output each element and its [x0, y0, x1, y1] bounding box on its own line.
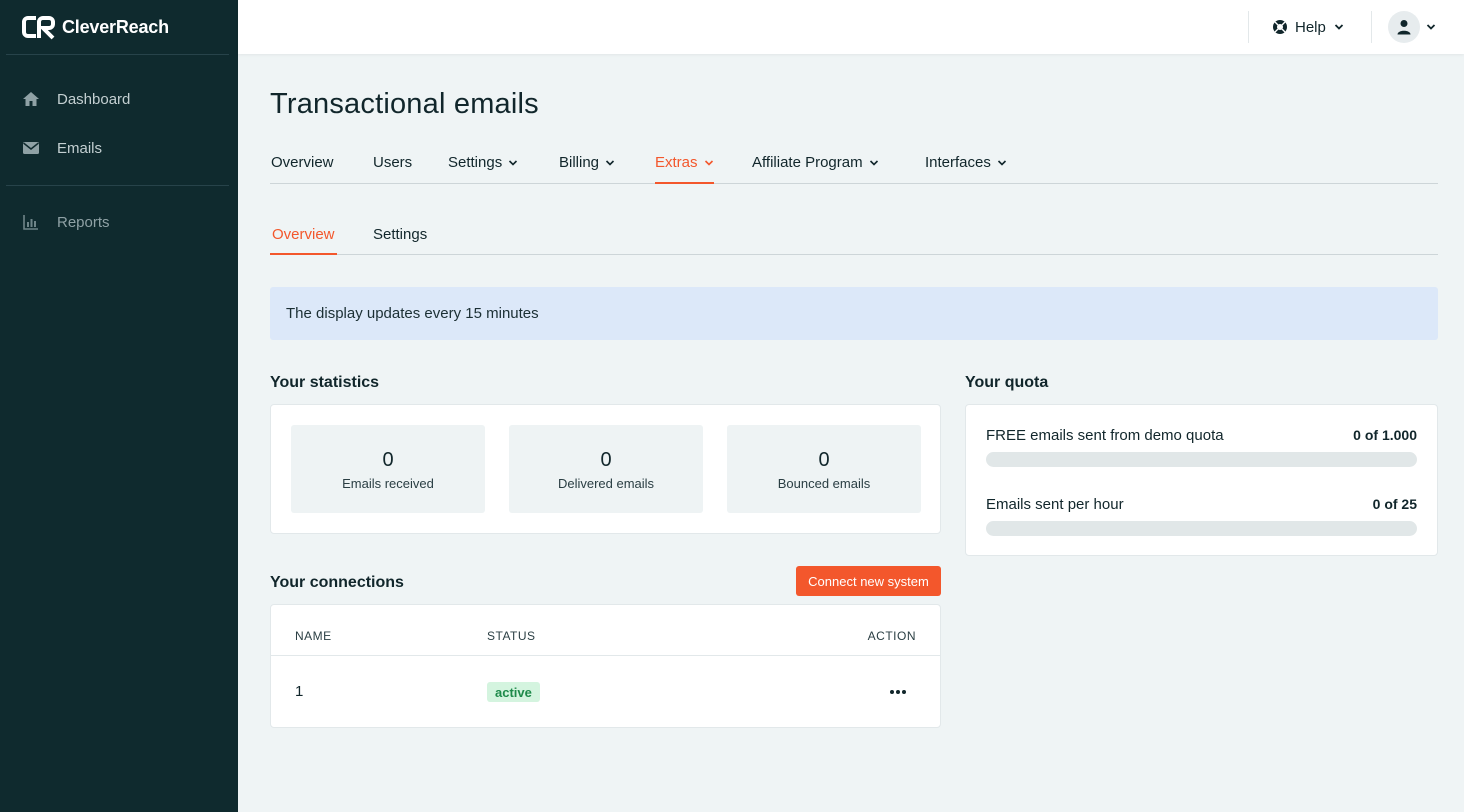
- stat-label: Delivered emails: [557, 476, 655, 491]
- cleverreach-logo[interactable]: CleverReach: [22, 14, 169, 40]
- tab-label: Settings: [448, 154, 503, 171]
- column-header-status[interactable]: STATUS: [487, 629, 536, 643]
- stat-label: Bounced emails: [777, 476, 871, 491]
- help-menu[interactable]: Help: [1273, 16, 1344, 38]
- subtab-overview[interactable]: Overview: [270, 220, 337, 255]
- quota-row-demo: FREE emails sent from demo quota 0 of 1.…: [986, 427, 1417, 467]
- topbar-separator: [1248, 11, 1249, 43]
- tab-interfaces[interactable]: Interfaces: [925, 148, 1007, 184]
- tab-overview[interactable]: Overview: [271, 148, 334, 184]
- sidebar-divider: [6, 185, 229, 186]
- topbar-separator: [1371, 11, 1372, 43]
- sidebar-item-label: Dashboard: [57, 90, 131, 108]
- quota-progress-bar: [986, 521, 1417, 536]
- tab-users[interactable]: Users: [373, 148, 412, 184]
- tab-label: Extras: [655, 154, 698, 171]
- stat-emails-received: 0 Emails received: [291, 425, 485, 513]
- tab-label: Billing: [559, 154, 600, 171]
- statistics-title: Your statistics: [270, 374, 380, 391]
- user-menu[interactable]: [1388, 11, 1436, 43]
- quota-value: 0 of 1.000: [1353, 427, 1417, 443]
- home-icon: [22, 90, 40, 108]
- chevron-down-icon: [997, 160, 1006, 166]
- quota-card: FREE emails sent from demo quota 0 of 1.…: [965, 404, 1438, 556]
- tab-extras[interactable]: Extras: [655, 148, 714, 184]
- tab-billing[interactable]: Billing: [559, 148, 615, 184]
- info-banner: The display updates every 15 minutes: [270, 287, 1438, 340]
- quota-row-hourly: Emails sent per hour 0 of 25: [986, 496, 1417, 536]
- chevron-down-icon: [704, 160, 713, 166]
- tab-label: Interfaces: [925, 154, 991, 171]
- stat-bounced-emails: 0 Bounced emails: [727, 425, 921, 513]
- sidebar: CleverReach Dashboard Emails Reports: [0, 0, 238, 812]
- tab-label: Overview: [271, 154, 334, 171]
- avatar: [1388, 11, 1420, 43]
- sidebar-item-label: Emails: [57, 139, 103, 157]
- chevron-down-icon: [1334, 24, 1343, 30]
- tab-label: Overview: [272, 226, 335, 243]
- top-bar: Help: [238, 0, 1464, 54]
- table-divider: [271, 655, 940, 656]
- main-tabs: Overview Users Settings Billing Extras A…: [270, 148, 1438, 184]
- sub-tabs: Overview Settings: [270, 220, 1438, 255]
- connections-title: Your connections: [270, 574, 404, 591]
- stat-value: 0: [600, 449, 612, 471]
- info-banner-text: The display updates every 15 minutes: [286, 305, 539, 322]
- stat-value: 0: [382, 449, 394, 471]
- tab-label: Affiliate Program: [752, 154, 863, 171]
- lifebuoy-icon: [1273, 20, 1287, 34]
- quota-title: Your quota: [965, 374, 1049, 391]
- tab-settings[interactable]: Settings: [448, 148, 518, 184]
- tab-label: Users: [373, 154, 413, 171]
- chevron-down-icon: [869, 160, 878, 166]
- quota-label: Emails sent per hour: [986, 496, 1124, 513]
- sidebar-item-emails[interactable]: Emails: [22, 136, 102, 160]
- sidebar-item-reports[interactable]: Reports: [22, 210, 110, 234]
- column-header-action: ACTION: [867, 629, 916, 643]
- quota-value: 0 of 25: [1372, 496, 1417, 512]
- stat-delivered-emails: 0 Delivered emails: [509, 425, 703, 513]
- stat-value: 0: [818, 449, 830, 471]
- subtab-settings[interactable]: Settings: [373, 220, 427, 255]
- sidebar-divider: [6, 54, 229, 55]
- page-title: Transactional emails: [270, 88, 539, 120]
- quota-label: FREE emails sent from demo quota: [986, 427, 1224, 444]
- chevron-down-icon: [1426, 24, 1436, 30]
- cleverreach-logo-mark-icon: [22, 16, 55, 40]
- column-header-name[interactable]: NAME: [295, 629, 332, 643]
- quota-progress-bar: [986, 452, 1417, 467]
- status-badge: active: [487, 682, 540, 702]
- sidebar-item-dashboard[interactable]: Dashboard: [22, 87, 130, 111]
- statistics-card: 0 Emails received 0 Delivered emails 0 B…: [270, 404, 941, 534]
- connection-name: 1: [295, 683, 304, 700]
- sidebar-item-label: Reports: [57, 213, 110, 231]
- bar-chart-icon: [22, 213, 40, 231]
- connect-new-system-button[interactable]: Connect new system: [796, 566, 941, 596]
- user-icon: [1397, 20, 1411, 35]
- connections-table: NAME STATUS ACTION 1 active: [270, 604, 941, 728]
- more-actions-icon[interactable]: [888, 683, 908, 701]
- chevron-down-icon: [509, 160, 518, 166]
- help-label: Help: [1295, 18, 1326, 36]
- tab-label: Settings: [373, 226, 428, 243]
- envelope-icon: [22, 139, 40, 157]
- tab-affiliate-program[interactable]: Affiliate Program: [752, 148, 879, 184]
- chevron-down-icon: [605, 160, 615, 166]
- brand-name: CleverReach: [62, 16, 169, 37]
- stat-label: Emails received: [342, 476, 434, 491]
